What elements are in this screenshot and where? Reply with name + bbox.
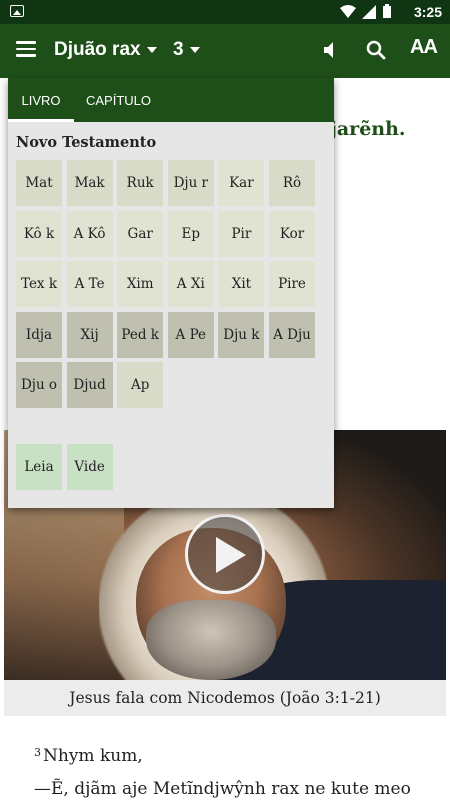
book-cell[interactable]: A Xi: [167, 261, 214, 308]
battery-icon: [383, 4, 391, 18]
wifi-icon: [340, 4, 356, 18]
status-icons: [340, 4, 392, 19]
book-cell[interactable]: A Dju: [269, 311, 315, 358]
book-cell[interactable]: Idja: [16, 311, 62, 358]
signal-icon: [362, 4, 376, 19]
book-cell[interactable]: Tex k: [16, 261, 62, 308]
section-title: Novo Testamento: [16, 134, 157, 151]
tab-capitulo[interactable]: CAPÍTULO: [86, 78, 151, 122]
section-heading: jarẽnh.: [330, 118, 406, 140]
menu-icon[interactable]: [16, 41, 36, 57]
video-figure-beard: [146, 600, 276, 680]
book-cell[interactable]: Rô: [269, 160, 315, 206]
book-cell[interactable]: Ped k: [117, 311, 164, 358]
book-cell[interactable]: A Te: [66, 261, 113, 308]
book-cell[interactable]: Mak: [66, 160, 113, 206]
tab-livro[interactable]: LIVRO: [8, 78, 74, 122]
book-cell[interactable]: Dju o: [16, 362, 62, 409]
book-cell[interactable]: Mat: [16, 160, 62, 206]
book-cell[interactable]: Pire: [269, 261, 315, 308]
chevron-down-icon: [146, 47, 157, 53]
book-cell[interactable]: Kar: [218, 160, 265, 206]
verse-text: Nhym kum,: [43, 746, 143, 766]
clock: 3:25: [413, 4, 442, 20]
app-bar: Djuão rax 3 AA: [0, 24, 450, 78]
extra-book-cell[interactable]: Leia: [16, 444, 62, 490]
book-cell[interactable]: Kô k: [16, 210, 62, 257]
book-cell[interactable]: Dju k: [218, 311, 265, 358]
book-cell[interactable]: Xim: [117, 261, 164, 308]
speaker-icon[interactable]: [320, 38, 344, 62]
book-selector[interactable]: Djuão rax: [54, 39, 157, 61]
book-cell[interactable]: Ap: [117, 362, 164, 409]
book-cell[interactable]: Pir: [218, 210, 265, 257]
book-cell[interactable]: A Kô: [66, 210, 113, 257]
font-size-button[interactable]: AA: [410, 36, 438, 59]
book-cell[interactable]: Kor: [269, 210, 315, 257]
video-caption: Jesus fala com Nicodemos (João 3:1-21): [4, 680, 446, 716]
chapter-number: 3: [173, 39, 184, 60]
play-icon[interactable]: [185, 514, 265, 594]
verse: 3 Nhym kum,: [34, 746, 143, 766]
book-picker-tabs: LIVRO CAPÍTULO: [8, 78, 334, 122]
extra-book-cell[interactable]: Vide: [66, 444, 113, 490]
book-name: Djuão rax: [54, 39, 141, 60]
book-cell[interactable]: Djud: [66, 362, 113, 409]
book-picker-popup: LIVRO CAPÍTULO Novo Testamento Mat Mak Ruk…: [8, 78, 334, 508]
chevron-down-icon: [189, 47, 200, 53]
book-cell[interactable]: A Pe: [167, 311, 214, 358]
book-cell[interactable]: Ep: [167, 210, 214, 257]
book-cell[interactable]: Xij: [66, 311, 113, 358]
verse-text-continued: —Ẽ, djãm aje Metĩndjwŷnh rax ne kute meo: [34, 779, 411, 799]
book-cell[interactable]: Xit: [218, 261, 265, 308]
book-cell[interactable]: Gar: [117, 210, 164, 257]
search-icon[interactable]: [364, 38, 388, 62]
verse-number: 3: [34, 746, 41, 759]
chapter-selector[interactable]: 3: [173, 39, 200, 61]
book-cell[interactable]: Ruk: [117, 160, 164, 206]
image-notification-icon: [10, 5, 24, 17]
book-cell[interactable]: Dju r: [167, 160, 214, 206]
status-bar: 3:25: [0, 0, 450, 24]
